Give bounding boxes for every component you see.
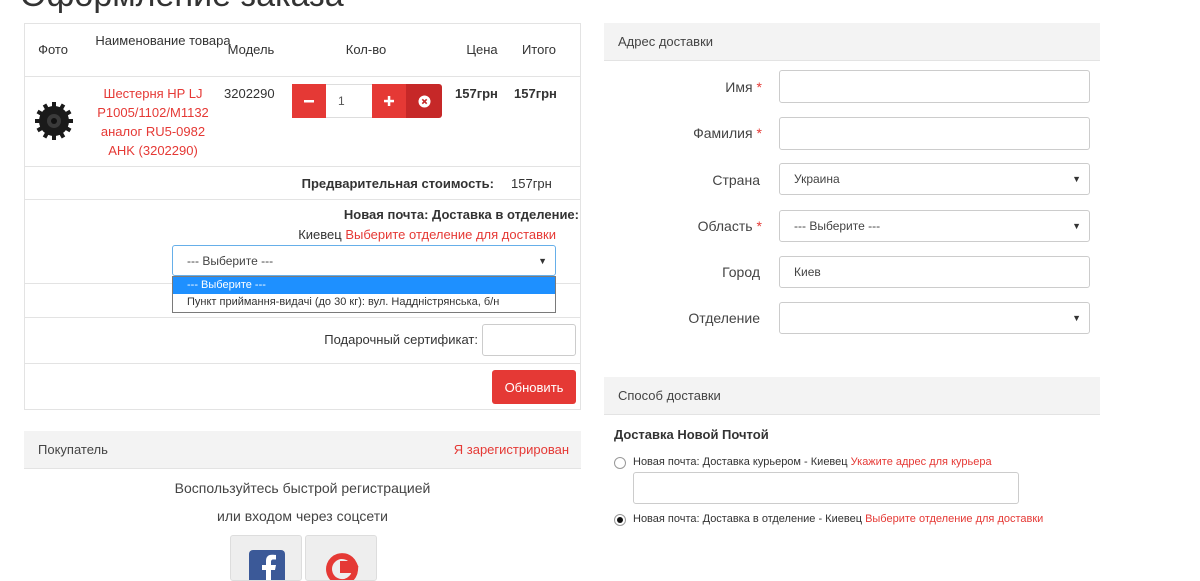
table-border-left bbox=[24, 23, 25, 410]
update-button[interactable]: Обновить bbox=[492, 370, 576, 404]
delivery-subtitle: Доставка Новой Почтой bbox=[614, 427, 769, 442]
qty-plus-button[interactable] bbox=[372, 84, 406, 118]
header-divider bbox=[24, 76, 581, 77]
product-name-line: аналог RU5-0982 bbox=[100, 124, 206, 139]
required-mark: * bbox=[756, 125, 762, 141]
product-name-link[interactable]: Шестерня HP LJ P1005/1102/M1132 аналог R… bbox=[88, 84, 218, 160]
courier-address-input[interactable] bbox=[633, 472, 1019, 504]
caret-down-icon: ▼ bbox=[538, 255, 547, 266]
delivery-branch-text: Новая почта: Доставка в отделение - Киев… bbox=[633, 513, 862, 525]
country-label: Страна bbox=[712, 172, 760, 188]
header-qty: Кол-во bbox=[345, 42, 387, 57]
qty-minus-button[interactable] bbox=[292, 84, 326, 118]
delivery-panel-title: Способ доставки bbox=[618, 388, 721, 403]
delivery-branch-option: Новая почта: Доставка в отделение - Киев… bbox=[633, 513, 1043, 525]
buyer-panel-title: Покупатель bbox=[38, 442, 108, 457]
gift-divider bbox=[24, 363, 581, 364]
branch-dropdown-list: --- Выберите --- Пункт приймання-видачі … bbox=[172, 276, 556, 313]
product-name-line: Шестерня HP LJ bbox=[103, 86, 203, 101]
header-total: Итого bbox=[521, 42, 557, 57]
table-border-bottom bbox=[24, 409, 581, 410]
product-total: 157грн bbox=[514, 86, 557, 101]
subtotal-value: 157грн bbox=[511, 176, 552, 191]
region-label-text: Область bbox=[697, 218, 753, 234]
delivery-courier-option: Новая почта: Доставка курьером - Киевец … bbox=[633, 456, 992, 468]
registered-link[interactable]: Я зарегистрирован bbox=[454, 442, 569, 457]
required-mark: * bbox=[756, 79, 762, 95]
city-input[interactable] bbox=[779, 256, 1090, 288]
google-login-button[interactable] bbox=[305, 535, 377, 581]
facebook-login-button[interactable] bbox=[230, 535, 302, 581]
header-price: Цена bbox=[466, 42, 498, 57]
required-mark: * bbox=[756, 218, 762, 234]
delivery-panel-header: Способ доставки bbox=[604, 377, 1100, 415]
region-select-value: --- Выберите --- bbox=[794, 219, 881, 233]
choose-branch-link[interactable]: Выберите отделение для доставки bbox=[345, 227, 556, 242]
gear-icon bbox=[35, 102, 73, 140]
buyer-text-social: или входом через соцсети bbox=[217, 508, 388, 524]
delivery-courier-text: Новая почта: Доставка курьером - Киевец bbox=[633, 456, 848, 468]
product-name-line: P1005/1102/M1132 bbox=[97, 105, 209, 120]
header-photo: Фото bbox=[38, 42, 68, 57]
subtotal-label: Предварительная стоимость: bbox=[301, 176, 494, 191]
buyer-text-registration: Воспользуйтесь быстрой регистрацией bbox=[174, 480, 431, 496]
product-name-line: AHK (3202290) bbox=[108, 143, 198, 158]
remove-item-button[interactable] bbox=[406, 84, 442, 118]
caret-down-icon: ▼ bbox=[1072, 313, 1081, 323]
address-panel-title: Адрес доставки bbox=[618, 34, 714, 49]
row-divider bbox=[24, 166, 581, 167]
shipping-branch-prompt: Киевец Выберите отделение для доставки bbox=[200, 227, 556, 242]
city-label: Город bbox=[722, 264, 760, 280]
branch-select[interactable]: --- Выберите --- ▼ bbox=[172, 245, 556, 276]
last-name-label: Фамилия * bbox=[600, 125, 762, 141]
facebook-icon bbox=[249, 550, 285, 580]
gift-certificate-input[interactable] bbox=[482, 324, 576, 356]
address-panel-header: Адрес доставки bbox=[604, 23, 1100, 61]
branch-option[interactable]: --- Выберите --- bbox=[173, 277, 555, 294]
branch-label: Отделение bbox=[688, 310, 760, 326]
branch-option[interactable]: Пункт приймання-видачі (до 30 кг): вул. … bbox=[173, 294, 555, 311]
qty-input[interactable] bbox=[326, 84, 372, 118]
region-label: Область * bbox=[600, 218, 762, 234]
caret-down-icon: ▼ bbox=[1072, 174, 1081, 184]
table-border-top bbox=[24, 23, 581, 24]
delivery-branch-link[interactable]: Выберите отделение для доставки bbox=[865, 513, 1043, 525]
product-price: 157грн bbox=[455, 86, 498, 101]
gift-certificate-label: Подарочный сертификат: bbox=[324, 332, 478, 347]
first-name-label: Имя * bbox=[600, 79, 762, 95]
last-name-input[interactable] bbox=[779, 117, 1090, 150]
branch-select-value: --- Выберите --- bbox=[187, 253, 274, 268]
remove-icon bbox=[418, 95, 430, 107]
shipping-method-title: Новая почта: Доставка в отделение: bbox=[343, 207, 579, 222]
product-model: 3202290 bbox=[224, 86, 275, 101]
region-select[interactable]: --- Выберите --- ▼ bbox=[779, 210, 1090, 242]
delivery-courier-radio[interactable] bbox=[614, 457, 626, 469]
country-select-value: Украина bbox=[794, 172, 840, 186]
product-image[interactable] bbox=[31, 101, 77, 141]
subtotal-divider bbox=[24, 199, 581, 200]
header-model: Модель bbox=[227, 42, 275, 57]
caret-down-icon: ▼ bbox=[1072, 221, 1081, 231]
delivery-branch-radio[interactable] bbox=[614, 514, 626, 526]
first-name-label-text: Имя bbox=[725, 79, 753, 95]
page-title: Оформление заказа bbox=[20, 0, 344, 15]
header-name: Наименование товара bbox=[95, 33, 231, 48]
shipping-city: Киевец bbox=[298, 227, 342, 242]
last-name-label-text: Фамилия bbox=[693, 125, 753, 141]
table-border-right bbox=[580, 23, 581, 410]
minus-icon bbox=[304, 100, 314, 103]
courier-address-link[interactable]: Укажите адрес для курьера bbox=[851, 456, 992, 468]
buyer-panel-header: Покупатель Я зарегистрирован bbox=[24, 431, 581, 469]
first-name-input[interactable] bbox=[779, 70, 1090, 103]
empty-row-divider bbox=[24, 317, 581, 318]
plus-icon bbox=[384, 96, 394, 106]
google-icon bbox=[326, 553, 359, 580]
country-select[interactable]: Украина ▼ bbox=[779, 163, 1090, 195]
address-branch-select[interactable]: ▼ bbox=[779, 302, 1090, 334]
